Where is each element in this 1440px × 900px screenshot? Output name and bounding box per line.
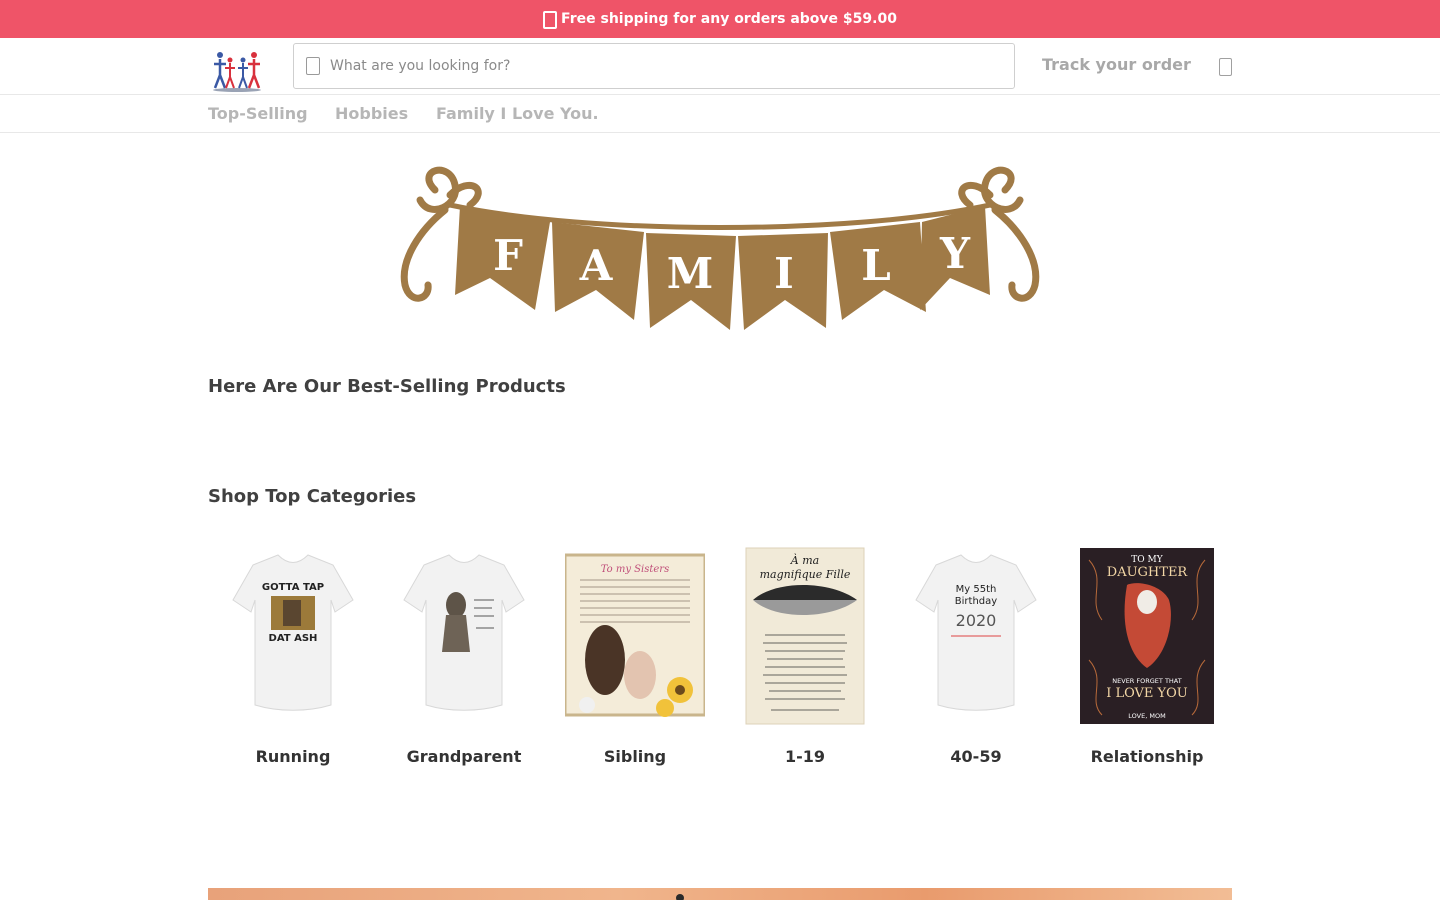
category-image-grandparent[interactable] <box>394 540 534 730</box>
shirt-birthday-year: 2020 <box>956 611 997 630</box>
blanket-never-forget: NEVER FORGET THAT <box>1112 677 1181 685</box>
banner-letter-a: A <box>579 241 614 290</box>
category-card-sibling[interactable]: To my Sisters Sibling <box>550 540 720 780</box>
category-label[interactable]: 40-59 <box>891 747 1061 766</box>
category-image-relationship[interactable]: TO MY DAUGHTER NEVER FORGET THAT I LOVE … <box>1077 540 1217 730</box>
shirt-birthday-line-1: My 55th <box>956 584 997 595</box>
nav-item-family-i-love-you[interactable]: Family I Love You. <box>436 104 599 123</box>
promo-banner[interactable] <box>208 888 1232 900</box>
poster-line-2: magnifique Fille <box>760 568 851 581</box>
site-header: Track your order <box>0 38 1440 95</box>
category-card-running[interactable]: GOTTA TAP DAT ASH Running <box>208 540 378 780</box>
blanket-to-my: TO MY <box>1131 555 1163 565</box>
announcement-text: Free shipping for any orders above $59.0… <box>561 11 897 27</box>
search-input[interactable] <box>330 58 970 74</box>
shipping-icon <box>543 11 558 29</box>
banner-letter-i: I <box>774 249 794 298</box>
announcement-bar: Free shipping for any orders above $59.0… <box>0 0 1440 38</box>
family-banner: F A M I L Y <box>400 166 1040 330</box>
best-selling-title: Here Are Our Best-Selling Products <box>208 376 566 397</box>
category-label[interactable]: 1-19 <box>720 747 890 766</box>
track-order-link[interactable]: Track your order <box>1042 55 1191 74</box>
blanket-title: To my Sisters <box>601 564 669 575</box>
poster-line-1: À ma <box>790 553 819 567</box>
banner-letter-y: Y <box>939 229 971 278</box>
category-image-sibling[interactable]: To my Sisters <box>565 540 705 730</box>
category-card-relationship[interactable]: TO MY DAUGHTER NEVER FORGET THAT I LOVE … <box>1062 540 1232 780</box>
banner-letter-f: F <box>493 231 523 280</box>
banner-letter-l: L <box>861 241 891 290</box>
blanket-love-mom: LOVE, MOM <box>1128 712 1165 720</box>
category-card-40-59[interactable]: My 55th Birthday 2020 40-59 <box>891 540 1061 780</box>
promo-banner-figure <box>676 894 684 900</box>
category-label[interactable]: Sibling <box>550 747 720 766</box>
site-logo[interactable] <box>210 48 264 92</box>
category-label[interactable]: Grandparent <box>379 747 549 766</box>
shirt-text-line-1: GOTTA TAP <box>262 582 324 593</box>
shirt-birthday-line-2: Birthday <box>955 596 997 607</box>
category-image-40-59[interactable]: My 55th Birthday 2020 <box>906 540 1046 730</box>
cart-icon[interactable] <box>1219 58 1232 76</box>
blanket-daughter: DAUGHTER <box>1107 565 1189 580</box>
category-label[interactable]: Relationship <box>1062 747 1232 766</box>
category-label[interactable]: Running <box>208 747 378 766</box>
search-box[interactable] <box>293 43 1015 89</box>
category-card-1-19[interactable]: À ma magnifique Fille 1-19 <box>720 540 890 780</box>
search-icon[interactable] <box>306 57 320 75</box>
nav-item-hobbies[interactable]: Hobbies <box>335 104 408 123</box>
shirt-text-line-2: DAT ASH <box>269 633 318 644</box>
blanket-i-love-you: I LOVE YOU <box>1106 686 1188 701</box>
category-image-1-19[interactable]: À ma magnifique Fille <box>735 540 875 730</box>
category-image-running[interactable]: GOTTA TAP DAT ASH <box>223 540 363 730</box>
banner-letter-m: M <box>667 249 714 298</box>
categories-title: Shop Top Categories <box>208 486 417 507</box>
main-nav: Top-Selling Hobbies Family I Love You. <box>0 95 1440 133</box>
nav-item-top-selling[interactable]: Top-Selling <box>208 104 308 123</box>
category-card-grandparent[interactable]: Grandparent <box>379 540 549 780</box>
